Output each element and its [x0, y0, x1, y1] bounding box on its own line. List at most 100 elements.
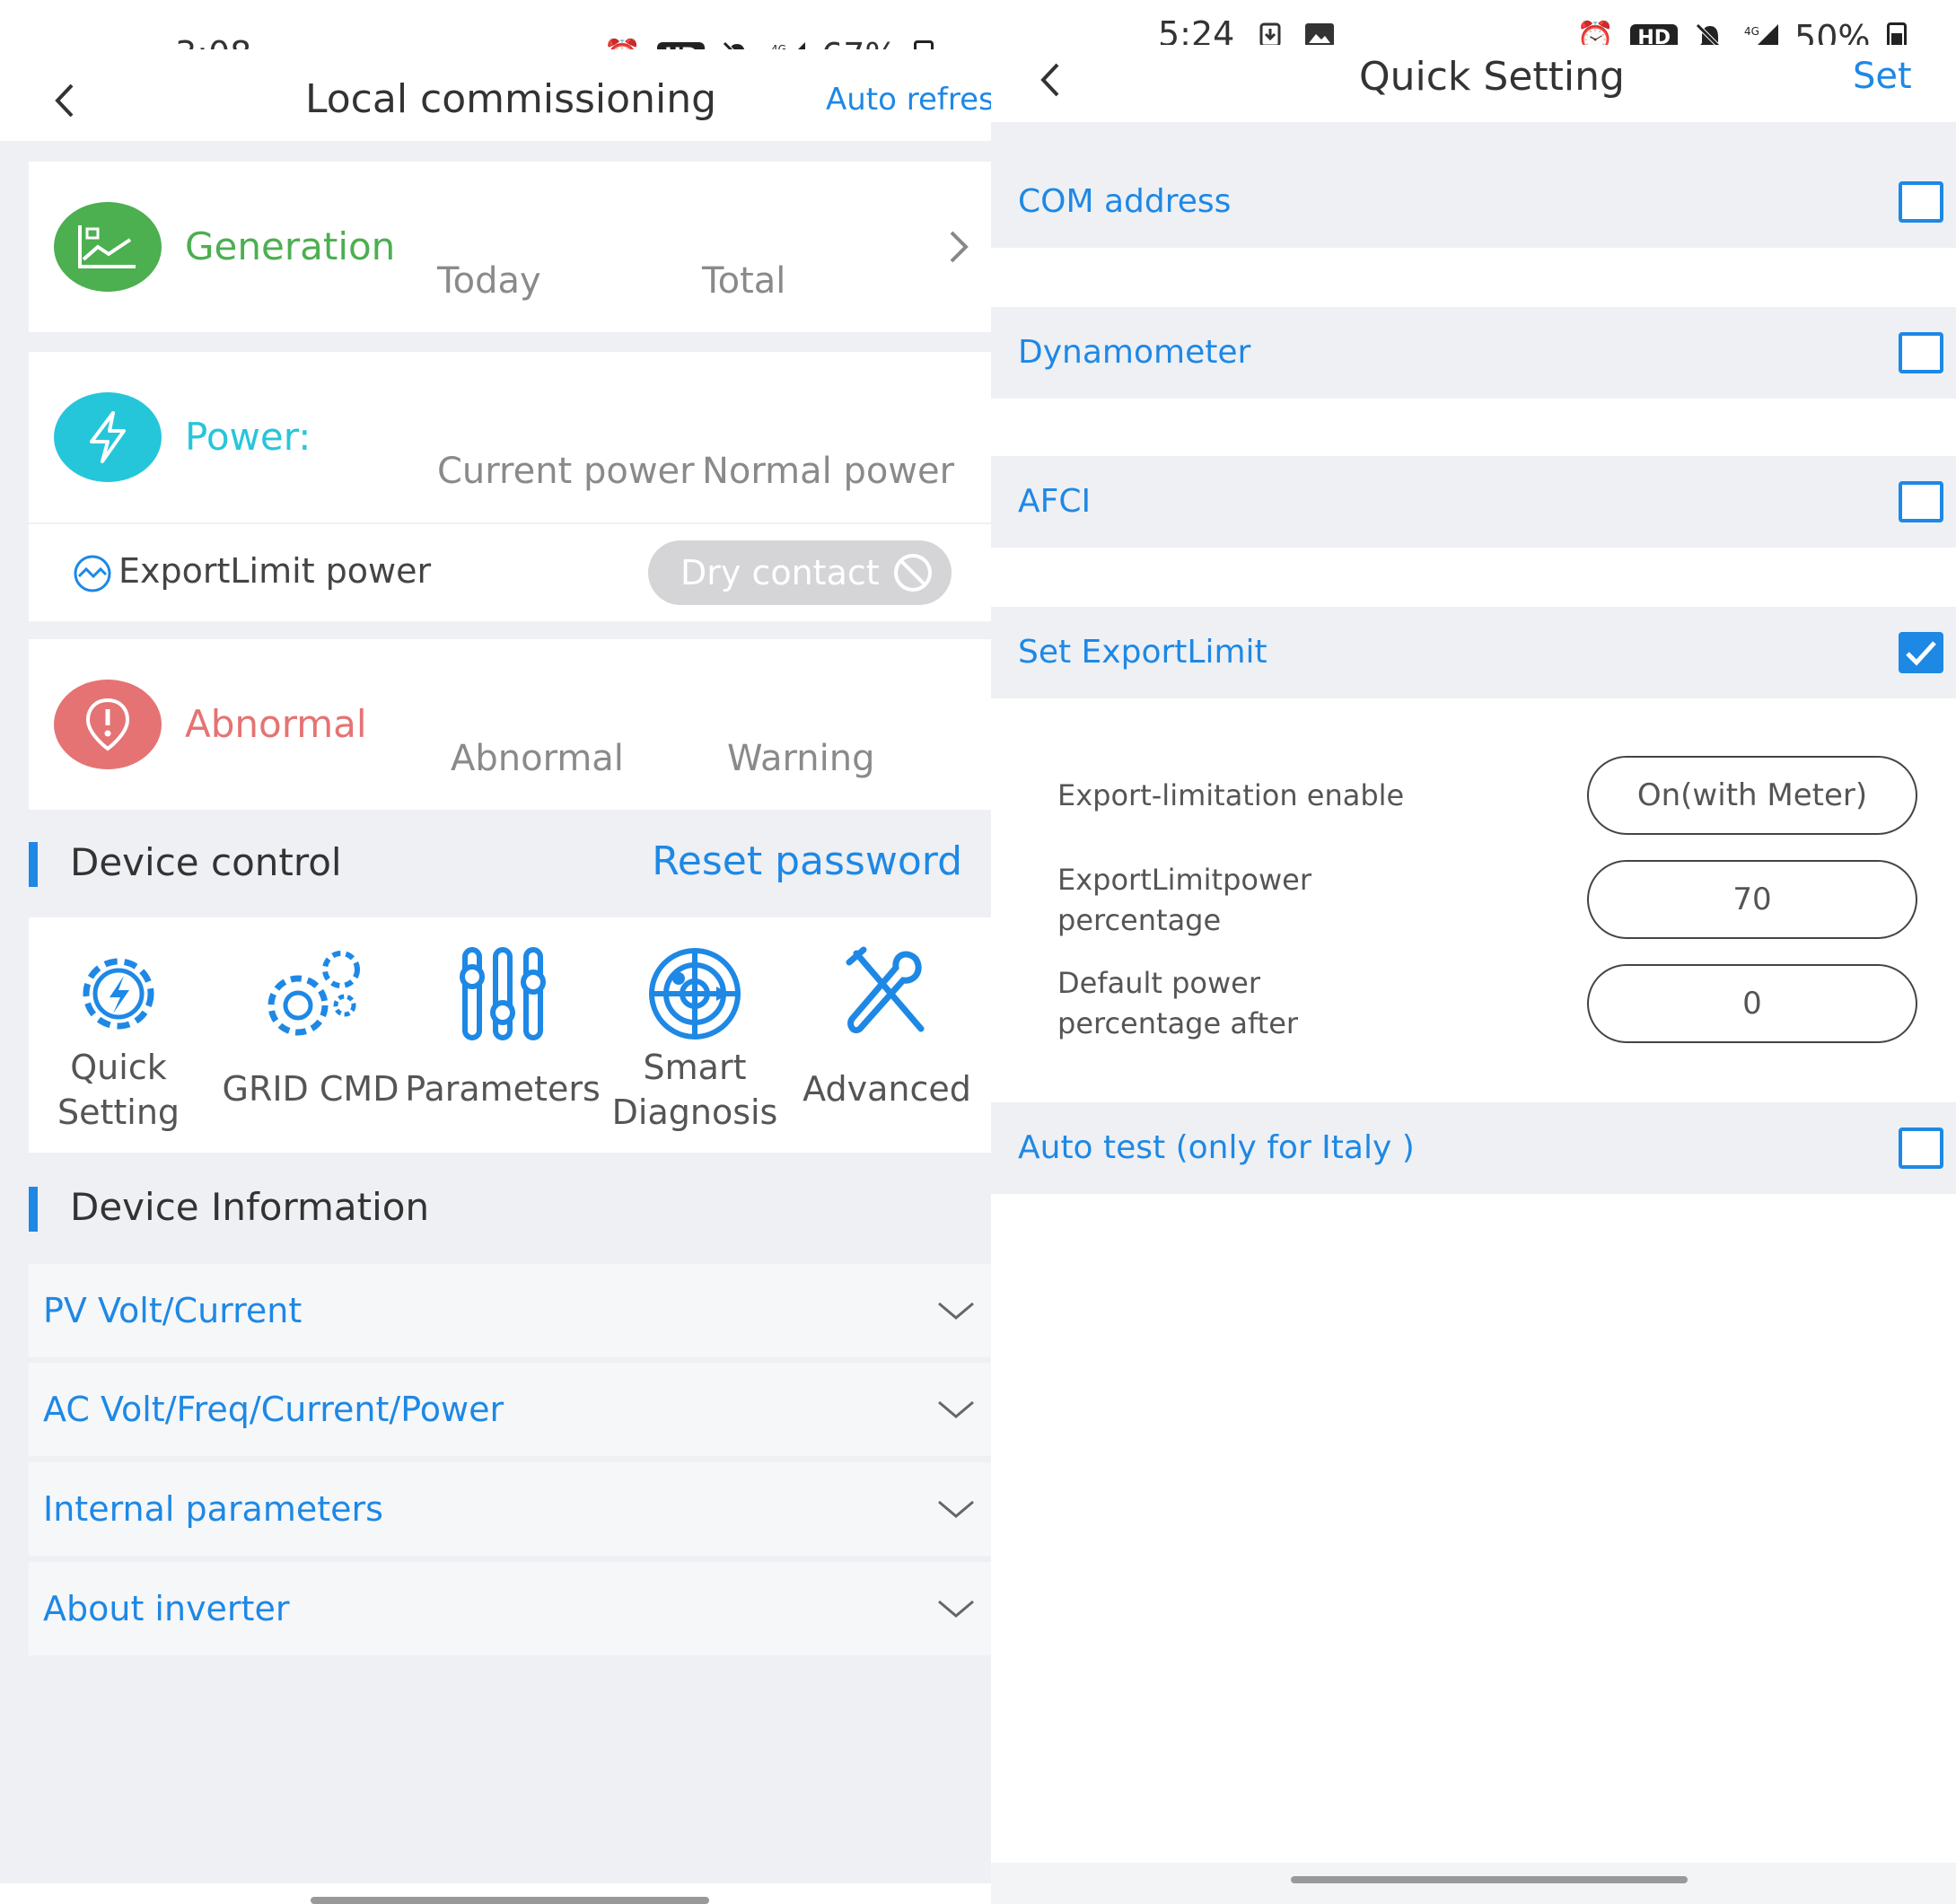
abnormal-label: Abnormal [451, 738, 624, 779]
power-card: Power: Current power Normal power Export… [29, 352, 991, 621]
default-power-percentage-label: Default power percentage after [1057, 963, 1298, 1044]
chevron-down-icon [938, 1302, 974, 1320]
quick-setting-label-2: Setting [57, 1092, 180, 1132]
export-limit-percentage-label: ExportLimitpower percentage [1057, 860, 1311, 941]
ac-volt-freq-row[interactable]: AC Volt/Freq/Current/Power [29, 1363, 991, 1456]
quick-setting-screen: 5:24 ⏰ HD 4G 50% Quick Setting Set COM a… [991, 0, 1956, 1904]
chevron-down-icon [938, 1600, 974, 1618]
page-title: Local commissioning [305, 76, 717, 122]
com-address-label: COM address [1018, 183, 1232, 220]
row-gap [991, 399, 1956, 456]
grid-cmd-label: GRID CMD [222, 1069, 399, 1109]
dry-contact-label: Dry contact [680, 553, 880, 592]
dynamometer-label: Dynamometer [1018, 334, 1251, 371]
power-title: Power: [185, 415, 311, 459]
export-limitation-enable-select[interactable]: On(with Meter) [1587, 756, 1917, 835]
auto-test-label: Auto test (only for Italy ) [1018, 1129, 1415, 1166]
home-indicator[interactable] [1291, 1876, 1688, 1883]
header-bar: Local commissioning Auto refresh [0, 49, 991, 141]
export-limit-icon [72, 553, 113, 594]
generation-today: Today [437, 260, 541, 302]
header-bar: Quick Setting Set [991, 45, 1956, 122]
device-control-title: Device control [70, 840, 342, 884]
device-info-header: Device Information [29, 1172, 991, 1244]
com-address-checkbox[interactable] [1899, 181, 1943, 223]
home-indicator[interactable] [311, 1897, 709, 1904]
auto-test-checkbox[interactable] [1899, 1127, 1943, 1169]
advanced-button[interactable]: Advanced [797, 917, 977, 1151]
device-control-header: Device control Reset password [29, 828, 991, 899]
dynamometer-checkbox[interactable] [1899, 332, 1943, 373]
device-info-title: Device Information [70, 1185, 430, 1229]
pv-volt-current-label: PV Volt/Current [43, 1291, 303, 1330]
com-address-row[interactable]: COM address [991, 156, 1956, 248]
export-limitation-enable-label: Export-limitation enable [1057, 776, 1404, 816]
grid-cmd-button[interactable]: GRID CMD [221, 917, 400, 1151]
tools-icon [831, 946, 943, 1041]
alert-icon [54, 680, 162, 769]
internal-parameters-label: Internal parameters [43, 1489, 383, 1529]
default-power-percentage-input[interactable]: 0 [1587, 964, 1917, 1043]
generation-total: Total [702, 260, 786, 302]
gear-lightning-icon [63, 946, 174, 1041]
dry-contact-button[interactable]: Dry contact [648, 540, 952, 605]
about-inverter-row[interactable]: About inverter [29, 1562, 991, 1655]
chevron-down-icon [938, 1400, 974, 1418]
parameters-button[interactable]: Parameters [405, 917, 601, 1151]
row-gap [991, 248, 1956, 307]
back-icon[interactable] [47, 78, 83, 123]
section-accent-bar [29, 842, 38, 887]
about-inverter-label: About inverter [43, 1589, 290, 1628]
generation-card[interactable]: Generation Today Total [29, 162, 991, 332]
lightning-icon [54, 392, 162, 482]
top-gap [991, 122, 1956, 156]
local-commissioning-screen: 3:08 ⏰ HD 4G 67% Local commissioning Aut… [0, 0, 991, 1904]
abnormal-card[interactable]: Abnormal Abnormal Warning [29, 639, 991, 810]
nav-area [991, 1863, 1956, 1904]
block-icon [893, 554, 932, 592]
advanced-label: Advanced [803, 1069, 971, 1109]
quick-setting-label-1: Quick [70, 1048, 167, 1087]
quick-setting-button[interactable]: Quick Setting [29, 917, 208, 1151]
ac-volt-freq-label: AC Volt/Freq/Current/Power [43, 1390, 504, 1429]
set-button[interactable]: Set [1853, 56, 1912, 97]
current-power-label: Current power [437, 451, 695, 492]
chart-icon [54, 202, 162, 292]
export-limit-percentage-text-1: ExportLimitpower [1057, 863, 1311, 897]
smart-diagnosis-label-2: Diagnosis [611, 1092, 778, 1132]
set-export-limit-row[interactable]: Set ExportLimit [991, 607, 1956, 698]
smart-diagnosis-button[interactable]: Smart Diagnosis [605, 917, 785, 1151]
network-label: 4G [1744, 25, 1759, 38]
checkmark-icon [1906, 641, 1936, 666]
export-limit-percentage-input[interactable]: 70 [1587, 860, 1917, 939]
back-icon[interactable] [1032, 57, 1068, 102]
pv-volt-current-row[interactable]: PV Volt/Current [29, 1264, 991, 1357]
power-divider [29, 522, 991, 524]
smart-diagnosis-label-1: Smart [643, 1048, 747, 1087]
afci-checkbox[interactable] [1899, 481, 1943, 522]
set-export-limit-checkbox[interactable] [1899, 632, 1943, 673]
gears-icon [255, 946, 366, 1041]
auto-test-row[interactable]: Auto test (only for Italy ) [991, 1102, 1956, 1194]
export-limit-percentage-text-2: percentage [1057, 903, 1222, 937]
afci-label: AFCI [1018, 483, 1092, 520]
row-gap [991, 548, 1956, 607]
sliders-icon [447, 946, 558, 1041]
abnormal-title: Abnormal [185, 702, 367, 746]
export-limit-panel: Export-limitation enable On(with Meter) … [991, 698, 1956, 1102]
default-power-percentage-text-1: Default power [1057, 966, 1260, 1000]
afci-row[interactable]: AFCI [991, 456, 1956, 548]
dynamometer-row[interactable]: Dynamometer [991, 307, 1956, 399]
set-export-limit-label: Set ExportLimit [1018, 634, 1267, 671]
chevron-down-icon [938, 1500, 974, 1518]
device-control-panel: Quick Setting GRID CMD Parameters Smart … [29, 917, 991, 1153]
internal-parameters-row[interactable]: Internal parameters [29, 1462, 991, 1556]
section-accent-bar [29, 1187, 38, 1232]
default-power-percentage-text-2: percentage after [1057, 1006, 1299, 1040]
export-limit-label: ExportLimit power [118, 551, 432, 591]
reset-password-link[interactable]: Reset password [652, 838, 962, 884]
export-limitation-enable-text: Export-limitation enable [1057, 778, 1405, 812]
auto-refresh-button[interactable]: Auto refresh [826, 82, 991, 118]
warning-label: Warning [727, 738, 875, 779]
chevron-right-icon [950, 231, 969, 263]
